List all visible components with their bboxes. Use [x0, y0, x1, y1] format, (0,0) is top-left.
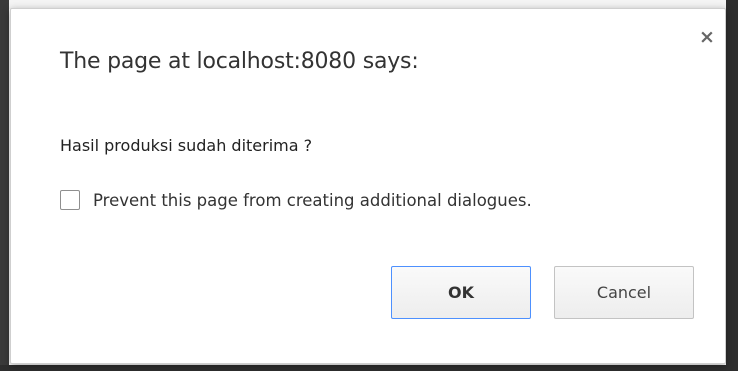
ok-button[interactable]: OK — [391, 266, 531, 319]
suppress-dialogs-label[interactable]: Prevent this page from creating addition… — [93, 191, 532, 210]
close-icon[interactable]: × — [696, 26, 718, 48]
screen: The page at localhost:8080 says: × Hasil… — [0, 0, 738, 371]
alert-dialog: The page at localhost:8080 says: × Hasil… — [10, 8, 726, 364]
page-background-bottom — [0, 365, 738, 371]
cancel-button[interactable]: Cancel — [554, 266, 694, 319]
suppress-dialogs-option[interactable]: Prevent this page from creating addition… — [60, 190, 532, 210]
page-background-right — [726, 0, 738, 371]
suppress-dialogs-checkbox[interactable] — [60, 190, 80, 210]
page-background-left — [0, 0, 9, 371]
dialog-title: The page at localhost:8080 says: — [60, 49, 419, 74]
dialog-message: Hasil produksi sudah diterima ? — [60, 136, 313, 155]
